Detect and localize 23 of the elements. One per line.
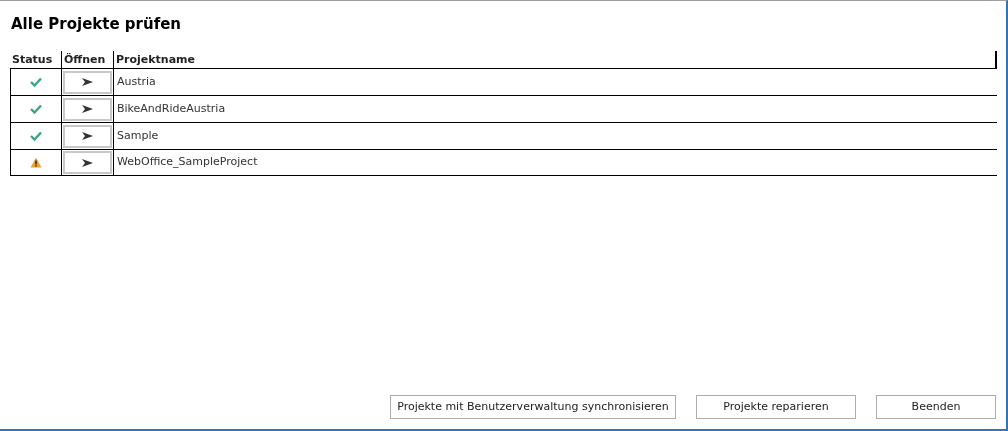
dialog-button[interactable]: Beenden	[876, 395, 996, 419]
check-icon	[30, 104, 42, 114]
dialog-button[interactable]: Projekte reparieren	[696, 395, 856, 419]
open-button[interactable]	[63, 70, 112, 94]
project-name: BikeAndRideAustria	[116, 100, 227, 117]
project-name: Austria	[116, 73, 157, 90]
open-button[interactable]	[63, 151, 112, 174]
open-button[interactable]	[63, 97, 112, 121]
column-header: Status	[11, 52, 54, 68]
dialog-button[interactable]: Projekte mit Benutzerverwaltung synchronisieren	[390, 395, 676, 419]
column-header: Öffnen	[61, 51, 113, 68]
project-name: Sample	[116, 127, 160, 144]
check-icon	[30, 131, 42, 141]
open-button[interactable]	[63, 124, 112, 148]
arrow-icon	[82, 158, 93, 167]
arrow-icon	[82, 132, 93, 140]
warning-icon	[30, 157, 42, 168]
check-icon	[30, 77, 42, 87]
column-header: Projektname	[113, 51, 995, 68]
project-name: WebOffice_SampleProject	[116, 154, 259, 171]
window-title: Alle Projekte prüfen	[11, 14, 183, 34]
arrow-icon	[82, 78, 93, 86]
arrow-icon	[82, 105, 93, 113]
